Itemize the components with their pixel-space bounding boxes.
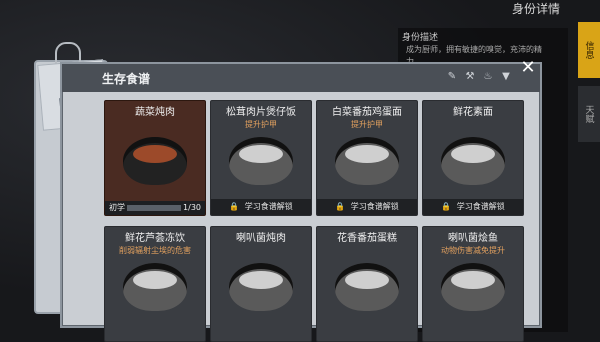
panel-header: 生存食谱 ✎ ⚒ ♨ ▼ — [62, 64, 540, 92]
lock-bar: 🔒 学习食谱解锁 — [211, 199, 311, 215]
recipe-name: 松茸肉片煲仔饭 — [226, 107, 296, 118]
recipe-dish — [335, 137, 399, 185]
pan-icon[interactable]: ⚒ — [464, 71, 476, 83]
survival-recipes-panel: 生存食谱 ✎ ⚒ ♨ ▼ 蔬菜炖肉 初学 1/30 松茸肉片煲仔饭 提升护甲 🔒… — [60, 62, 542, 342]
lock-text: 学习食谱解锁 — [456, 202, 505, 211]
recipe-name: 花香番茄蛋糕 — [337, 233, 397, 244]
header-icons: ✎ ⚒ ♨ ▼ — [446, 71, 512, 83]
recipe-name: 白菜番茄鸡蛋面 — [332, 107, 402, 118]
close-icon[interactable]: ✕ — [518, 58, 538, 78]
lock-text: 学习食谱解锁 — [244, 202, 293, 211]
recipe-dish — [123, 137, 187, 185]
recipe-card[interactable]: 喇叭菌炖肉 — [210, 226, 312, 342]
recipe-name: 鲜花素面 — [453, 107, 493, 118]
recipe-dish — [229, 137, 293, 185]
lock-icon: 🔒 — [229, 202, 240, 211]
filter-icon[interactable]: ▼ — [500, 71, 512, 83]
recipe-card[interactable]: 鲜花芦荟冻饮 削弱辐射尘埃的危害 — [104, 226, 206, 342]
recipe-name: 蔬菜炖肉 — [135, 107, 175, 118]
recipe-name: 鲜花芦荟冻饮 — [125, 233, 185, 244]
recipe-dish — [229, 263, 293, 311]
lock-bar: 🔒 学习食谱解锁 — [317, 199, 417, 215]
panel-title: 生存食谱 — [102, 72, 151, 86]
recipe-name: 喇叭菌烩鱼 — [448, 233, 498, 244]
side-tabs: 信息 天赋 — [578, 22, 600, 332]
identity-title: 身份详情 — [511, 2, 560, 16]
recipe-dish — [441, 137, 505, 185]
recipe-dish — [123, 263, 187, 311]
recipe-dish — [335, 263, 399, 311]
level-value: 1/30 — [183, 203, 201, 212]
recipe-subtitle: 提升护甲 — [351, 120, 383, 129]
recipe-subtitle: 提升护甲 — [245, 120, 277, 129]
recipe-subtitle: 削弱辐射尘埃的危害 — [119, 246, 191, 255]
recipe-card[interactable]: 白菜番茄鸡蛋面 提升护甲 🔒 学习食谱解锁 — [316, 100, 418, 216]
recipe-card[interactable]: 喇叭菌烩鱼 动物伤害减免提升 — [422, 226, 524, 342]
lock-icon: 🔒 — [335, 202, 346, 211]
recipe-level-bar: 初学 1/30 — [105, 201, 205, 215]
recipe-grid: 蔬菜炖肉 初学 1/30 松茸肉片煲仔饭 提升护甲 🔒 学习食谱解锁 白菜番茄鸡… — [104, 100, 524, 342]
identity-desc-title: 身份描述 — [402, 33, 439, 43]
recipe-card[interactable]: 蔬菜炖肉 初学 1/30 — [104, 100, 206, 216]
recipe-card[interactable]: 松茸肉片煲仔饭 提升护甲 🔒 学习食谱解锁 — [210, 100, 312, 216]
tab-talent[interactable]: 天赋 — [578, 86, 600, 142]
lock-text: 学习食谱解锁 — [350, 202, 399, 211]
lock-icon: 🔒 — [441, 202, 452, 211]
knife-icon[interactable]: ✎ — [446, 71, 458, 83]
recipe-card[interactable]: 花香番茄蛋糕 — [316, 226, 418, 342]
lock-bar: 🔒 学习食谱解锁 — [423, 199, 523, 215]
tab-info[interactable]: 信息 — [578, 22, 600, 78]
recipe-name: 喇叭菌炖肉 — [236, 233, 286, 244]
recipe-dish — [441, 263, 505, 311]
recipe-subtitle: 动物伤害减免提升 — [441, 246, 505, 255]
recipe-card[interactable]: 鲜花素面 🔒 学习食谱解锁 — [422, 100, 524, 216]
cup-icon[interactable]: ♨ — [482, 71, 494, 83]
